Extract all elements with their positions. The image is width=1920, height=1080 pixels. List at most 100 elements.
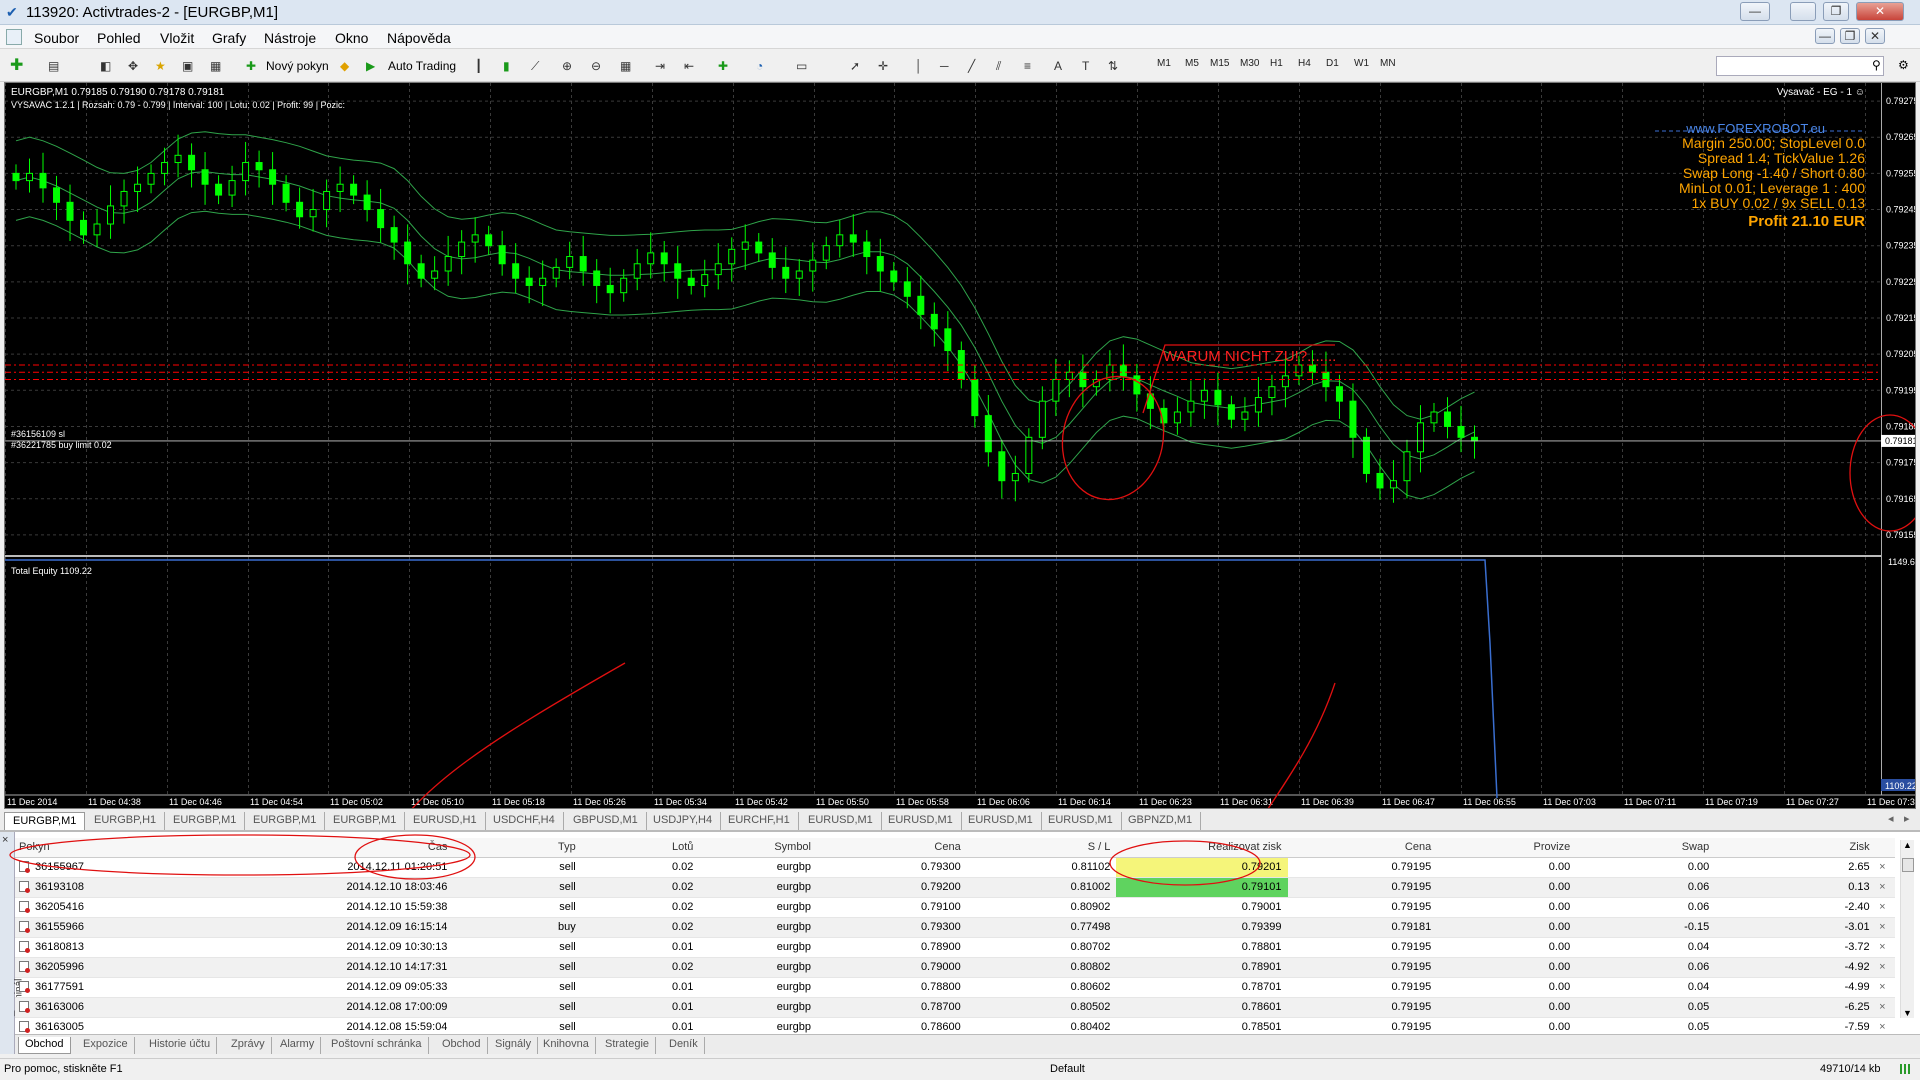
tester-icon[interactable]: ▦: [210, 57, 221, 75]
crosshair-icon[interactable]: ✛: [878, 57, 888, 75]
timeframe-d1[interactable]: D1: [1326, 58, 1339, 69]
menu-soubor[interactable]: Soubor: [34, 30, 79, 46]
fibonacci-icon[interactable]: ≡: [1024, 57, 1031, 75]
minimize-button[interactable]: —: [1740, 2, 1770, 21]
table-row[interactable]: 36193108 2014.12.10 18:03:46 sell 0.02 eurgb…: [15, 877, 1895, 898]
column-header-5[interactable]: Cena: [817, 838, 967, 858]
tab-denik[interactable]: Deník: [663, 1037, 705, 1054]
column-header-6[interactable]: S / L: [966, 838, 1117, 858]
tab-chart-7[interactable]: USDCHF,H4: [485, 812, 564, 830]
column-header-4[interactable]: Symbol: [699, 838, 817, 858]
trendline-icon[interactable]: ╱: [968, 57, 975, 75]
tab-chart-5[interactable]: EURGBP,M1: [325, 812, 406, 830]
tab-obchod[interactable]: Obchod: [18, 1037, 71, 1054]
mdi-restore-button[interactable]: ❐: [1840, 28, 1860, 44]
column-header-2[interactable]: Typ: [453, 838, 582, 858]
tabs-scroll-right-icon[interactable]: ▸: [1904, 812, 1910, 825]
candles-icon[interactable]: ▮: [503, 57, 510, 75]
close-button[interactable]: ✕: [1856, 2, 1904, 21]
column-header-9[interactable]: Provize: [1437, 838, 1577, 858]
column-header-3[interactable]: Lotů: [581, 838, 700, 858]
column-header-1[interactable]: Čas: [207, 838, 454, 858]
menu-napoveda[interactable]: Nápověda: [387, 30, 451, 46]
bar-chart-icon[interactable]: ┃: [475, 57, 482, 75]
table-row[interactable]: 36155967 2014.12.11 01:20:51 sell 0.02 eurgb…: [15, 857, 1895, 878]
menu-pohled[interactable]: Pohled: [97, 30, 141, 46]
timeframe-mn[interactable]: MN: [1380, 58, 1396, 69]
tab-strategie[interactable]: Strategie: [599, 1037, 657, 1054]
autoscroll-icon[interactable]: ⇥: [655, 57, 665, 75]
new-chart-icon[interactable]: ✚: [10, 57, 23, 75]
close-order-icon[interactable]: ×: [1875, 937, 1895, 958]
auto-trading-button[interactable]: Auto Trading: [388, 57, 456, 75]
tile-windows-icon[interactable]: ▦: [620, 57, 631, 75]
mdi-minimize-button[interactable]: —: [1815, 28, 1835, 44]
chart-shift-icon[interactable]: ⇤: [684, 57, 694, 75]
timeframe-h1[interactable]: H1: [1270, 58, 1283, 69]
table-row[interactable]: 36177591 2014.12.09 09:05:33 sell 0.01 eurgb…: [15, 977, 1895, 998]
tab-chart-9[interactable]: USDJPY,H4: [645, 812, 722, 830]
tab-chart-14[interactable]: EURUSD,M1: [1040, 812, 1122, 830]
vertical-scrollbar[interactable]: ▲ ▼: [1900, 840, 1914, 1018]
profiles-icon[interactable]: ▤: [48, 57, 59, 75]
menu-vlozit[interactable]: Vložit: [160, 30, 194, 46]
table-row[interactable]: 36205416 2014.12.10 15:59:38 sell 0.02 eurgb…: [15, 897, 1895, 918]
tab-chart-6[interactable]: EURUSD,H1: [405, 812, 486, 830]
terminal-icon[interactable]: ▣: [182, 57, 193, 75]
text-label-icon[interactable]: T: [1082, 57, 1089, 75]
timeframe-m30[interactable]: M30: [1240, 58, 1259, 69]
column-header-0[interactable]: Pokyn: [15, 838, 208, 858]
line-chart-icon[interactable]: ⟋: [531, 57, 539, 75]
navigator-icon[interactable]: ★: [155, 57, 166, 75]
table-row[interactable]: 36155966 2014.12.09 16:15:14 buy 0.02 eurgbp…: [15, 917, 1895, 938]
tab-signaly[interactable]: Signály: [489, 1037, 539, 1054]
templates-icon[interactable]: ▭: [796, 57, 807, 75]
timeframe-m15[interactable]: M15: [1210, 58, 1229, 69]
vertical-line-icon[interactable]: │: [915, 57, 923, 75]
market-watch-icon[interactable]: ◧: [100, 57, 111, 75]
column-header-7[interactable]: Realizovat zisk: [1116, 838, 1288, 858]
indicators-icon[interactable]: ✚: [718, 57, 728, 75]
tab-chart-10[interactable]: EURCHF,H1: [720, 812, 799, 830]
data-window-icon[interactable]: ✥: [128, 57, 138, 75]
tab-postovni-schranka[interactable]: Poštovní schránka: [325, 1037, 429, 1054]
tab-expozice[interactable]: Expozice: [77, 1037, 135, 1054]
close-order-icon[interactable]: ×: [1875, 917, 1895, 938]
close-order-icon[interactable]: ×: [1875, 857, 1895, 878]
scroll-thumb[interactable]: [1902, 858, 1914, 872]
search-icon[interactable]: ⚲: [1872, 58, 1881, 72]
tab-knihovna[interactable]: Knihovna: [537, 1037, 596, 1054]
menu-grafy[interactable]: Grafy: [212, 30, 246, 46]
tab-obchod-market[interactable]: Obchod: [436, 1037, 488, 1054]
tab-chart-2[interactable]: EURGBP,H1: [86, 812, 166, 830]
search-input[interactable]: [1716, 56, 1884, 76]
timeframe-m5[interactable]: M5: [1185, 58, 1199, 69]
tab-chart-12[interactable]: EURUSD,M1: [880, 812, 962, 830]
timeframe-m1[interactable]: M1: [1157, 58, 1171, 69]
tab-historie-uctu[interactable]: Historie účtu: [143, 1037, 218, 1054]
tab-chart-15[interactable]: GBPNZD,M1: [1120, 812, 1202, 830]
new-order-button[interactable]: Nový pokyn: [266, 57, 329, 75]
metaeditor-icon[interactable]: ◆: [340, 57, 349, 75]
periods-icon[interactable]: ◔: [756, 57, 763, 75]
column-header-8[interactable]: Cena: [1287, 838, 1438, 858]
tab-chart-3[interactable]: EURGBP,M1: [165, 812, 246, 830]
terminal-close-icon[interactable]: ×: [2, 834, 8, 846]
price-chart[interactable]: 0.79275 0.79265 0.79255 0.79245 0.79235 0.792…: [5, 83, 1915, 808]
table-row[interactable]: 36180813 2014.12.09 10:30:13 sell 0.01 eurgb…: [15, 937, 1895, 958]
close-order-icon[interactable]: ×: [1875, 997, 1895, 1018]
column-header-10[interactable]: Swap: [1576, 838, 1716, 858]
document-icon[interactable]: [6, 29, 22, 45]
auto-trading-icon[interactable]: ▶: [366, 57, 375, 75]
tab-chart-13[interactable]: EURUSD,M1: [960, 812, 1042, 830]
close-order-icon[interactable]: ×: [1875, 877, 1895, 898]
maximize-button[interactable]: ❐: [1823, 2, 1849, 21]
scroll-down-icon[interactable]: ▼: [1903, 1008, 1912, 1018]
tab-chart-11[interactable]: EURUSD,M1: [800, 812, 882, 830]
horizontal-line-icon[interactable]: ─: [940, 57, 949, 75]
menu-okno[interactable]: Okno: [335, 30, 368, 46]
chart-window[interactable]: 0.79275 0.79265 0.79255 0.79245 0.79235 0.792…: [4, 82, 1916, 809]
arrows-icon[interactable]: ⇅: [1108, 57, 1118, 75]
column-header-11[interactable]: Zisk: [1715, 838, 1876, 858]
timeframe-w1[interactable]: W1: [1354, 58, 1369, 69]
